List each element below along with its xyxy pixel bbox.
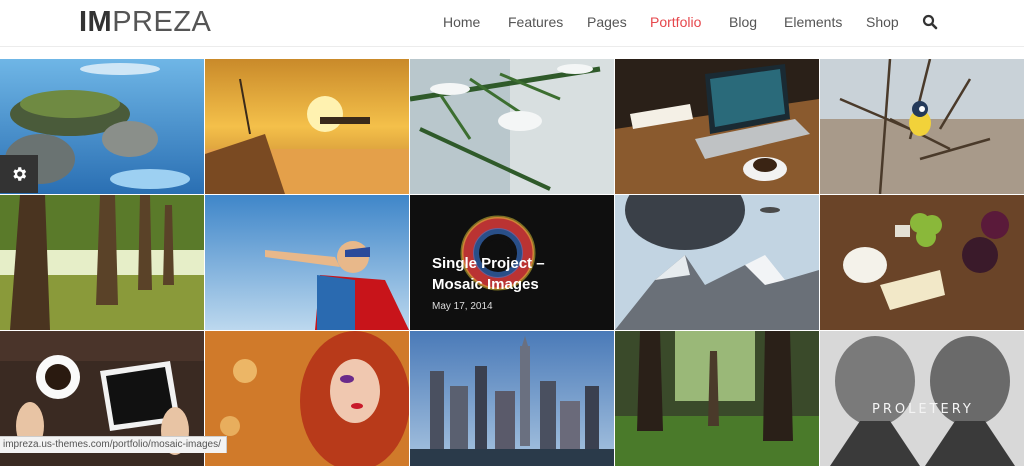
tile-green-forest[interactable] [615,331,819,466]
project-date: May 17, 2014 [432,301,493,312]
svg-text:PROLETERY: PROLETERY [872,402,974,417]
tile-bird-branch[interactable] [820,59,1024,194]
tile-sunset-airship[interactable] [205,59,409,194]
featured-overlay: Single Project – Mosaic Images May 17, 2… [432,253,562,312]
tile-food-platter[interactable] [820,195,1024,330]
tile-featured-project[interactable]: Single Project – Mosaic Images May 17, 2… [410,195,614,330]
browser-status-bar: impreza.us-themes.com/portfolio/mosaic-i… [0,436,227,453]
tile-city-skyline[interactable] [410,331,614,466]
site-header: IMPREZA Home Features Pages Portfolio Bl… [0,0,1024,47]
nav-elements[interactable]: Elements [784,14,842,30]
gear-icon [13,167,27,181]
nav-pages[interactable]: Pages [587,14,627,30]
project-title[interactable]: Single Project – Mosaic Images [432,253,562,295]
nav-shop[interactable]: Shop [866,14,899,30]
settings-toggle[interactable] [0,155,38,193]
tile-floating-mountain[interactable] [615,195,819,330]
tile-superhero-child[interactable] [205,195,409,330]
portfolio-grid: Single Project – Mosaic Images May 17, 2… [0,59,1024,466]
main-nav: Home Features Pages Portfolio Blog Eleme… [0,14,1024,34]
nav-home[interactable]: Home [443,14,480,30]
nav-blog[interactable]: Blog [729,14,757,30]
tile-snowy-branch[interactable] [410,59,614,194]
tile-forest-trees[interactable] [0,195,204,330]
nav-features[interactable]: Features [508,14,563,30]
tile-portrait-woman[interactable] [205,331,409,466]
tile-proletery-lions[interactable]: PROLETERY [820,331,1024,466]
tile-laptop-desk[interactable] [615,59,819,194]
search-icon[interactable] [922,14,938,30]
nav-portfolio[interactable]: Portfolio [650,14,701,30]
